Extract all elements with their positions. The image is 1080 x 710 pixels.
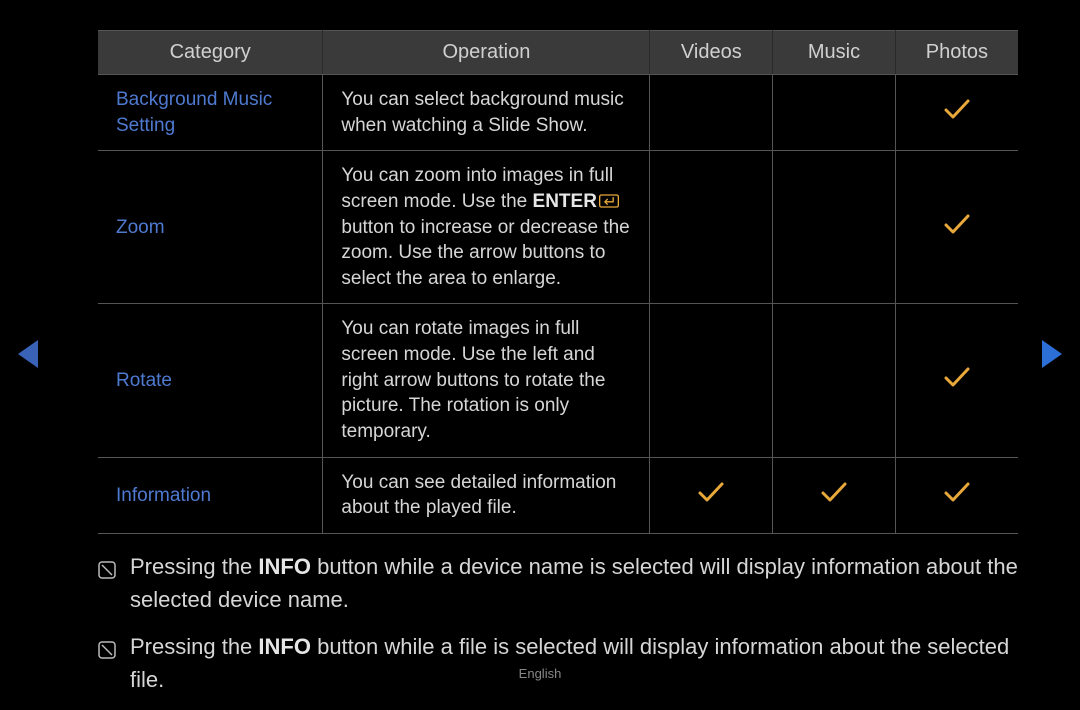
check-icon <box>943 481 971 507</box>
table-row: RotateYou can rotate images in full scre… <box>98 304 1018 457</box>
note-item: Pressing the INFO button while a file is… <box>98 630 1018 696</box>
music-cell <box>773 304 896 457</box>
music-cell <box>773 75 896 151</box>
table-row: ZoomYou can zoom into images in full scr… <box>98 151 1018 304</box>
table-row: InformationYou can see detailed informat… <box>98 457 1018 533</box>
videos-cell <box>650 304 773 457</box>
note-text: Pressing the INFO button while a device … <box>130 550 1018 616</box>
enter-icon <box>597 191 619 212</box>
videos-cell <box>650 75 773 151</box>
operation-cell: You can rotate images in full screen mod… <box>323 304 650 457</box>
check-icon <box>943 366 971 392</box>
category-cell: Rotate <box>98 304 323 457</box>
check-icon <box>943 213 971 239</box>
enter-label: ENTER <box>533 191 597 212</box>
operation-cell: You can see detailed information about t… <box>323 457 650 533</box>
videos-cell <box>650 151 773 304</box>
category-cell: Zoom <box>98 151 323 304</box>
check-icon <box>697 481 725 507</box>
footer-language: English <box>0 666 1080 681</box>
feature-table: Category Operation Videos Music Photos B… <box>98 30 1018 534</box>
note-icon <box>98 555 116 588</box>
header-operation: Operation <box>323 31 650 75</box>
prev-page-arrow[interactable] <box>18 340 38 368</box>
note-text: Pressing the INFO button while a file is… <box>130 630 1018 696</box>
header-videos: Videos <box>650 31 773 75</box>
category-cell: Information <box>98 457 323 533</box>
photos-cell <box>895 457 1018 533</box>
photos-cell <box>895 304 1018 457</box>
info-label: INFO <box>258 554 311 579</box>
info-label: INFO <box>258 634 311 659</box>
table-row: Background Music SettingYou can select b… <box>98 75 1018 151</box>
category-cell: Background Music Setting <box>98 75 323 151</box>
note-icon <box>98 635 116 668</box>
photos-cell <box>895 151 1018 304</box>
operation-cell: You can select background music when wat… <box>323 75 650 151</box>
note-item: Pressing the INFO button while a device … <box>98 550 1018 616</box>
music-cell <box>773 457 896 533</box>
operation-cell: You can zoom into images in full screen … <box>323 151 650 304</box>
header-category: Category <box>98 31 323 75</box>
header-music: Music <box>773 31 896 75</box>
header-photos: Photos <box>895 31 1018 75</box>
photos-cell <box>895 75 1018 151</box>
check-icon <box>820 481 848 507</box>
videos-cell <box>650 457 773 533</box>
check-icon <box>943 98 971 124</box>
next-page-arrow[interactable] <box>1042 340 1062 368</box>
manual-page: Category Operation Videos Music Photos B… <box>98 30 1018 710</box>
music-cell <box>773 151 896 304</box>
